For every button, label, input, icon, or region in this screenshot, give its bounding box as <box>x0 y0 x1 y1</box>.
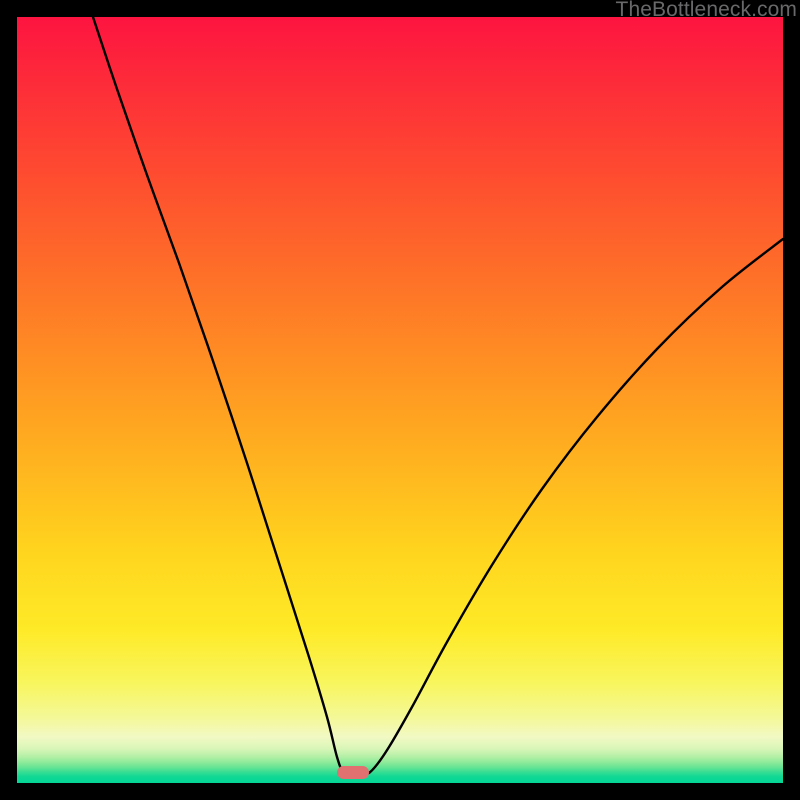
bottleneck-curve <box>17 17 783 783</box>
curve-path <box>93 17 783 776</box>
watermark-text: TheBottleneck.com <box>616 0 797 22</box>
plot-area <box>17 17 783 783</box>
chart-frame: TheBottleneck.com <box>0 0 800 800</box>
optimal-marker <box>337 766 369 779</box>
